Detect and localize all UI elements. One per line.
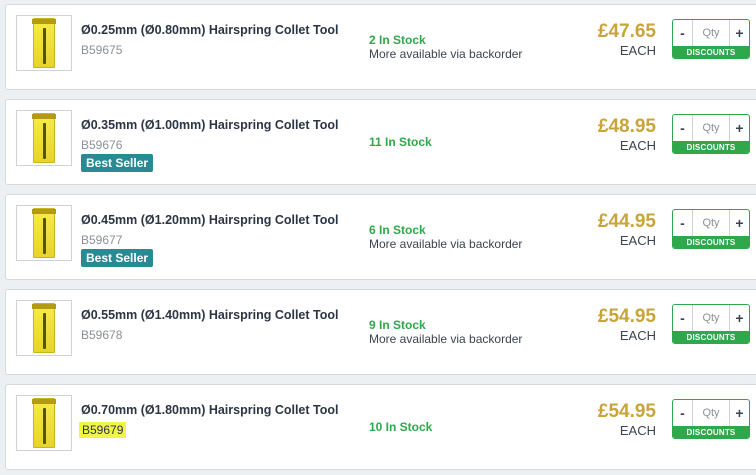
quantity-input[interactable] — [693, 115, 729, 141]
stock-status: 2 In Stock — [369, 33, 426, 47]
quantity-input[interactable] — [693, 400, 729, 426]
product-card: Ø0.70mm (Ø1.80mm) Hairspring Collet Tool… — [5, 384, 756, 470]
backorder-note: More available via backorder — [369, 47, 523, 61]
best-seller-badge: Best Seller — [81, 249, 154, 267]
collet-tool-package-icon — [32, 113, 56, 163]
decrease-quantity-button[interactable]: - — [673, 400, 693, 426]
decrease-quantity-button[interactable]: - — [673, 20, 693, 46]
discounts-button[interactable]: DISCOUNTS — [673, 331, 749, 343]
quantity-control: - + DISCOUNTS — [672, 304, 750, 344]
stock-status: 6 In Stock — [369, 223, 426, 237]
product-price: £47.65 — [597, 21, 656, 42]
stock-status: 9 In Stock — [369, 318, 426, 332]
collet-tool-package-icon — [32, 18, 56, 68]
discounts-button[interactable]: DISCOUNTS — [673, 426, 749, 438]
quantity-input[interactable] — [693, 20, 729, 46]
quantity-control: - + DISCOUNTS — [672, 19, 750, 59]
product-card: Ø0.35mm (Ø1.00mm) Hairspring Collet Tool… — [5, 99, 756, 185]
product-sku: B59675 — [81, 43, 123, 57]
price-unit: EACH — [619, 423, 656, 438]
stock-status: 11 In Stock — [369, 135, 432, 149]
product-price: £48.95 — [597, 116, 656, 137]
product-sku: B59679 — [79, 422, 127, 438]
quantity-input[interactable] — [693, 210, 729, 236]
product-image[interactable] — [16, 205, 72, 261]
backorder-note: More available via backorder — [369, 332, 523, 346]
product-image[interactable] — [16, 15, 72, 71]
discounts-button[interactable]: DISCOUNTS — [673, 236, 749, 248]
price-unit: EACH — [619, 328, 656, 343]
product-sku: B59676 — [81, 138, 123, 152]
stock-status: 10 In Stock — [369, 420, 433, 434]
collet-tool-package-icon — [32, 303, 56, 353]
collet-tool-package-icon — [32, 208, 56, 258]
product-price: £54.95 — [597, 401, 656, 422]
price-unit: EACH — [619, 43, 656, 58]
increase-quantity-button[interactable]: + — [729, 115, 749, 141]
product-title[interactable]: Ø0.70mm (Ø1.80mm) Hairspring Collet Tool — [81, 403, 338, 417]
backorder-note: More available via backorder — [369, 237, 523, 251]
product-sku: B59677 — [81, 233, 123, 247]
price-unit: EACH — [619, 233, 656, 248]
decrease-quantity-button[interactable]: - — [673, 210, 693, 236]
product-image[interactable] — [16, 300, 72, 356]
quantity-control: - + DISCOUNTS — [672, 114, 750, 154]
product-image[interactable] — [16, 110, 72, 166]
collet-tool-package-icon — [32, 398, 56, 448]
best-seller-badge: Best Seller — [81, 154, 154, 172]
quantity-input[interactable] — [693, 305, 729, 331]
product-title[interactable]: Ø0.45mm (Ø1.20mm) Hairspring Collet Tool — [81, 213, 338, 227]
product-title[interactable]: Ø0.35mm (Ø1.00mm) Hairspring Collet Tool — [81, 118, 338, 132]
discounts-button[interactable]: DISCOUNTS — [673, 46, 749, 58]
increase-quantity-button[interactable]: + — [729, 400, 749, 426]
product-card: Ø0.55mm (Ø1.40mm) Hairspring Collet Tool… — [5, 289, 756, 375]
product-image[interactable] — [16, 395, 72, 451]
quantity-control: - + DISCOUNTS — [672, 209, 750, 249]
decrease-quantity-button[interactable]: - — [673, 115, 693, 141]
product-card: Ø0.45mm (Ø1.20mm) Hairspring Collet Tool… — [5, 194, 756, 280]
product-card: Ø0.25mm (Ø0.80mm) Hairspring Collet Tool… — [5, 4, 756, 90]
product-price: £44.95 — [597, 211, 656, 232]
increase-quantity-button[interactable]: + — [729, 20, 749, 46]
product-price: £54.95 — [597, 306, 656, 327]
product-sku: B59678 — [81, 328, 123, 342]
decrease-quantity-button[interactable]: - — [673, 305, 693, 331]
product-title[interactable]: Ø0.55mm (Ø1.40mm) Hairspring Collet Tool — [81, 308, 338, 322]
increase-quantity-button[interactable]: + — [729, 210, 749, 236]
price-unit: EACH — [619, 138, 656, 153]
product-title[interactable]: Ø0.25mm (Ø0.80mm) Hairspring Collet Tool — [81, 23, 338, 37]
discounts-button[interactable]: DISCOUNTS — [673, 141, 749, 153]
increase-quantity-button[interactable]: + — [729, 305, 749, 331]
quantity-control: - + DISCOUNTS — [672, 399, 750, 439]
